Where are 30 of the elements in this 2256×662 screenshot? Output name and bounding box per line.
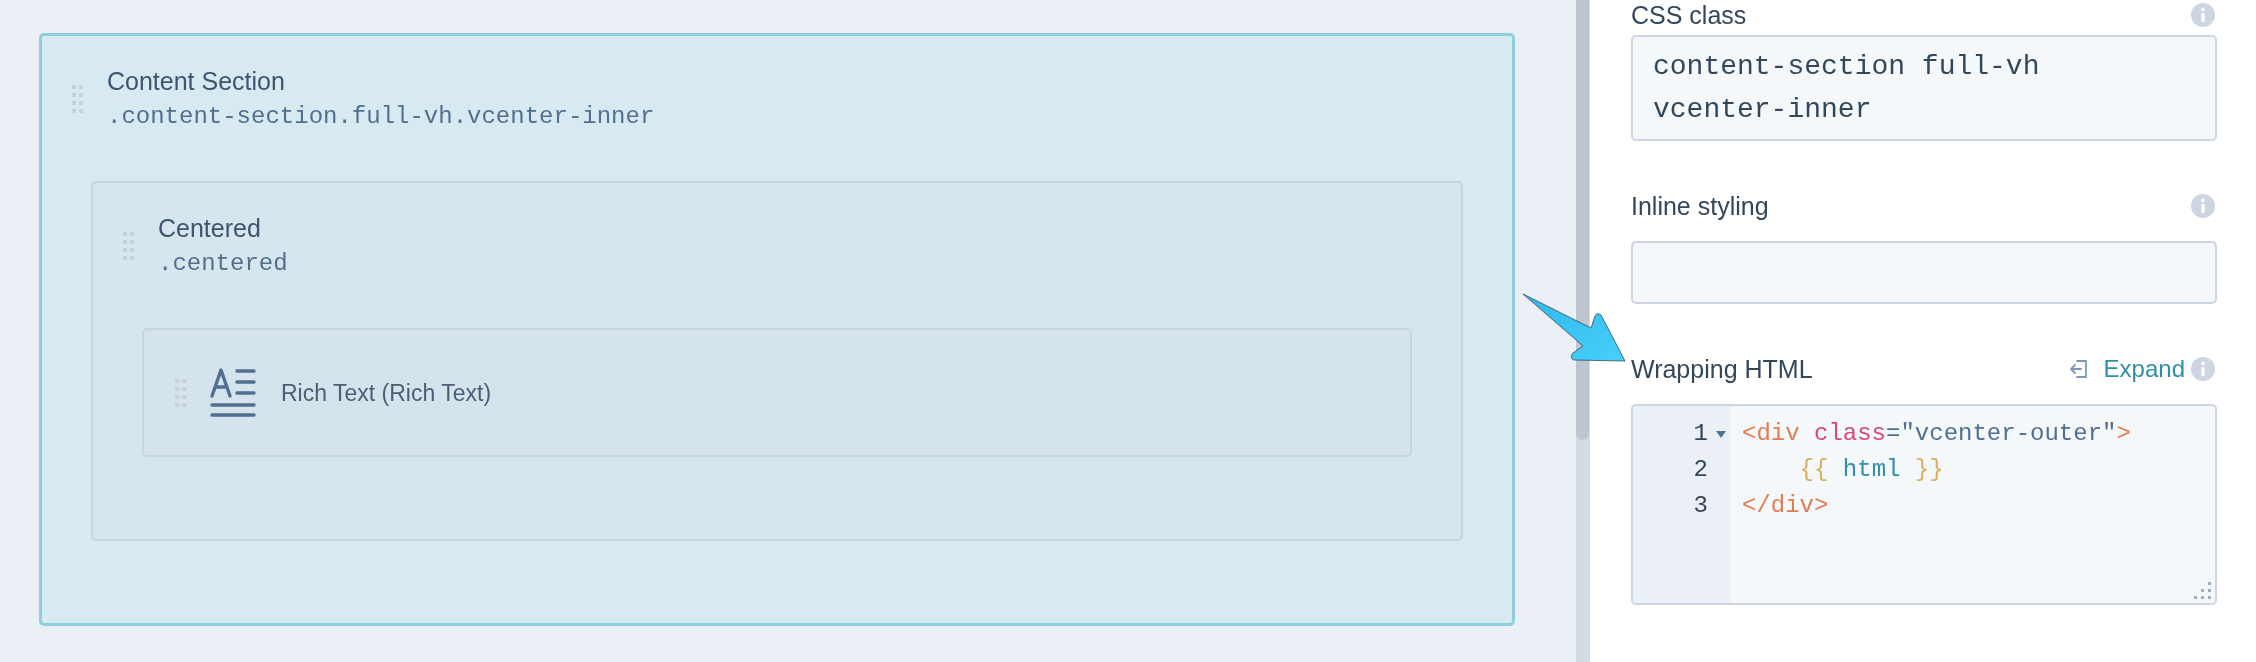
rich-text-icon: [210, 367, 256, 418]
section-selector: .centered: [158, 249, 288, 279]
field-label: Wrapping HTML: [1631, 354, 1814, 384]
info-icon[interactable]: [2191, 194, 2215, 218]
section-block[interactable]: Content Section .content-section.full-vh.vcenter-inner Centered .centered Rich Text (Rich Text): [39, 33, 1515, 626]
module-title: Rich Text (Rich Text): [281, 378, 492, 408]
text-field[interactable]: [1631, 241, 2217, 304]
code-line: <div class="vcenter-outer">: [1742, 419, 2131, 449]
expand-link[interactable]: Expand: [2069, 354, 2185, 384]
resize-handle-icon[interactable]: [2194, 582, 2212, 600]
line-number: 3: [1693, 491, 1708, 521]
fold-toggle-icon[interactable]: [1716, 430, 1726, 438]
drag-handle-icon[interactable]: [72, 85, 83, 113]
info-icon[interactable]: [2191, 357, 2215, 381]
text-field[interactable]: content-section full-vh vcenter-inner: [1631, 35, 2217, 141]
section-title: Content Section: [107, 66, 286, 97]
line-number: 1: [1693, 419, 1708, 449]
line-number: 2: [1693, 455, 1708, 485]
code-editor[interactable]: 1 2 3 <div class="vcenter-outer"> {{ html }} </div>: [1631, 404, 2217, 605]
section-title: Centered: [158, 213, 262, 244]
section-block[interactable]: Centered .centered Rich Text (Rich Text): [91, 181, 1463, 541]
code-line: </div>: [1742, 491, 1830, 521]
code-line: {{ html }}: [1798, 455, 1945, 485]
expand-icon: [2069, 359, 2088, 379]
info-icon[interactable]: [2191, 3, 2215, 27]
module-block[interactable]: Rich Text (Rich Text): [142, 328, 1412, 457]
scrollbar-thumb[interactable]: [1576, 0, 1589, 440]
field-label: Inline styling: [1631, 191, 1770, 221]
section-selector: .content-section.full-vh.vcenter-inner: [107, 102, 655, 132]
field-label: CSS class: [1631, 0, 1748, 30]
